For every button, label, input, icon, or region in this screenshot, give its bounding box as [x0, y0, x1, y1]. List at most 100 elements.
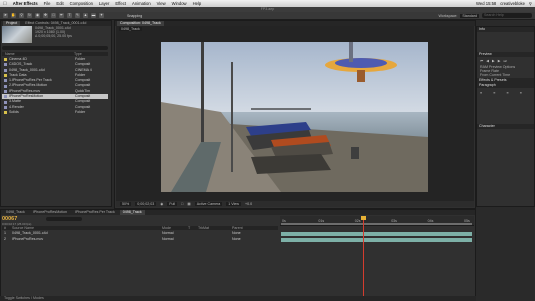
- character-panel-title[interactable]: Character: [477, 123, 534, 129]
- menu-composition[interactable]: Composition: [70, 1, 93, 6]
- menu-app-name[interactable]: After Effects: [13, 1, 38, 6]
- label-color-swatch[interactable]: [4, 84, 7, 88]
- column-type[interactable]: Type: [74, 52, 82, 56]
- resolution-select[interactable]: Full: [167, 202, 178, 206]
- label-color-swatch[interactable]: [4, 95, 7, 99]
- rotate-tool-icon[interactable]: ↻: [27, 13, 32, 18]
- camera-select[interactable]: Active Camera: [194, 202, 223, 206]
- tab-timeline-2[interactable]: IPhoneProRes Per Track: [72, 210, 118, 215]
- label-color-swatch[interactable]: [4, 68, 7, 72]
- pan-behind-tool-icon[interactable]: ✥: [43, 13, 48, 18]
- brush-tool-icon[interactable]: ✎: [75, 13, 80, 18]
- comp-breadcrumb[interactable]: 0498_Track: [119, 27, 142, 31]
- play-icon[interactable]: ▶: [492, 59, 495, 63]
- menu-effect[interactable]: Effect: [115, 1, 126, 6]
- menu-edit[interactable]: Edit: [56, 1, 63, 6]
- last-frame-icon[interactable]: ⏭: [504, 59, 507, 63]
- layer-name[interactable]: 0498_Track_0001.c4d: [12, 231, 162, 236]
- menu-help[interactable]: Help: [193, 1, 202, 6]
- label-color-swatch[interactable]: [4, 74, 7, 78]
- label-color-swatch[interactable]: [4, 105, 7, 109]
- views-select[interactable]: 1 View: [226, 202, 242, 206]
- camera-tool-icon[interactable]: ◉: [35, 13, 40, 18]
- search-help-input[interactable]: Search Help: [482, 13, 532, 18]
- column-mode[interactable]: Mode: [162, 226, 188, 230]
- column-parent[interactable]: Parent: [232, 226, 243, 230]
- project-search-input[interactable]: [2, 46, 108, 50]
- timeline-search-input[interactable]: [46, 217, 82, 221]
- label-color-swatch[interactable]: [4, 100, 7, 104]
- region-of-interest-icon[interactable]: □: [181, 202, 183, 206]
- tab-timeline-1[interactable]: IPhoneProResMotion: [30, 210, 70, 215]
- current-time-indicator[interactable]: [363, 216, 365, 301]
- column-trkmat[interactable]: TrkMat: [198, 226, 232, 230]
- layer-duration-bar[interactable]: [281, 238, 472, 242]
- tab-timeline-0[interactable]: 0498_Track: [3, 210, 28, 215]
- composition-frame[interactable]: [161, 42, 428, 192]
- label-color-swatch[interactable]: [4, 111, 7, 115]
- transparency-grid-icon[interactable]: ▦: [187, 202, 190, 206]
- menu-animation[interactable]: Animation: [132, 1, 151, 6]
- right-panels: Info Preview ⏮ ◀ ▶ ▶ ⏭ RAM Preview Optio…: [476, 26, 535, 207]
- next-frame-icon[interactable]: ▶: [498, 59, 501, 63]
- pen-tool-icon[interactable]: ✒: [59, 13, 64, 18]
- layer-duration-bar[interactable]: [281, 232, 472, 236]
- layer-parent[interactable]: None: [232, 237, 241, 242]
- timeline-layer[interactable]: 1 0498_Track_0001.c4d Normal None: [2, 231, 278, 236]
- label-color-swatch[interactable]: [4, 89, 7, 93]
- hand-tool-icon[interactable]: ✋: [11, 13, 16, 18]
- project-item-type: Folder: [75, 109, 86, 114]
- label-color-swatch[interactable]: [4, 79, 7, 83]
- timeline-layer[interactable]: 2 IPhoneProRes.mov Normal None: [2, 237, 278, 242]
- menu-file[interactable]: File: [44, 1, 51, 6]
- zoom-select[interactable]: 50%: [120, 202, 132, 206]
- info-panel: [477, 32, 534, 52]
- column-name[interactable]: Name: [2, 52, 74, 56]
- current-time-handle[interactable]: [361, 216, 367, 220]
- puppet-tool-icon[interactable]: ✦: [99, 13, 104, 18]
- workspace-label: Workspace:: [438, 13, 458, 18]
- spotlight-icon[interactable]: ⚲: [529, 1, 532, 6]
- timeline-timecode[interactable]: 00067 0:00:02:17 (25.00 fps): [2, 216, 31, 226]
- zoom-tool-icon[interactable]: ⚲: [19, 13, 24, 18]
- layer-mode[interactable]: Normal: [162, 237, 198, 242]
- snapshot-icon[interactable]: ◉: [160, 202, 163, 206]
- project-list: Cinema 4D Folder C4DOS_Track Composit 0498_T…: [2, 57, 108, 115]
- project-item[interactable]: Solids Folder: [2, 110, 108, 115]
- align-center-icon[interactable]: ≡: [493, 91, 504, 121]
- first-frame-icon[interactable]: ⏮: [480, 59, 483, 63]
- exposure-value[interactable]: +0.0: [245, 202, 252, 206]
- eraser-tool-icon[interactable]: ▬: [91, 13, 96, 18]
- viewer-timecode[interactable]: 0;00;02;03: [135, 202, 157, 206]
- layer-number: 2: [4, 237, 6, 241]
- label-color-swatch[interactable]: [4, 58, 7, 62]
- toggle-switches-modes[interactable]: Toggle Switches / Modes: [0, 296, 476, 301]
- menu-bar:  After Effects File Edit Composition La…: [0, 0, 535, 7]
- menu-view[interactable]: View: [157, 1, 166, 6]
- layer-mode[interactable]: Normal: [162, 231, 198, 236]
- project-info-duration: Δ 0;00;05;00, 25.00 fps: [35, 34, 72, 39]
- prev-frame-icon[interactable]: ◀: [486, 59, 489, 63]
- align-right-icon[interactable]: ≡: [507, 91, 518, 121]
- work-area-bar[interactable]: [281, 223, 472, 225]
- column-source-name[interactable]: Source Name: [12, 226, 162, 230]
- rectangle-tool-icon[interactable]: □: [51, 13, 56, 18]
- type-tool-icon[interactable]: T: [67, 13, 72, 18]
- project-item-name: Solids: [9, 109, 19, 114]
- snapping-toggle[interactable]: Snapping: [127, 14, 142, 18]
- user-name[interactable]: creativebloke: [500, 1, 525, 6]
- tab-timeline-3[interactable]: 0498_Track: [119, 210, 145, 215]
- layer-name[interactable]: IPhoneProRes.mov: [12, 237, 162, 242]
- label-color-swatch[interactable]: [4, 63, 7, 67]
- menu-layer[interactable]: Layer: [99, 1, 109, 6]
- project-item-info: 0498_Track_0001.c4d 1920 x 1080 (1.00) Δ…: [35, 26, 105, 39]
- align-left-icon[interactable]: ≡: [480, 91, 491, 121]
- selection-tool-icon[interactable]: ➤: [3, 13, 8, 18]
- workspace-select[interactable]: Standard: [460, 13, 479, 18]
- menu-window[interactable]: Window: [172, 1, 187, 6]
- justify-icon[interactable]: ≡: [520, 91, 531, 121]
- apple-icon[interactable]: : [3, 1, 7, 7]
- layer-parent[interactable]: None: [232, 231, 241, 236]
- scene-image: [161, 42, 428, 192]
- stamp-tool-icon[interactable]: ▲: [83, 13, 88, 18]
